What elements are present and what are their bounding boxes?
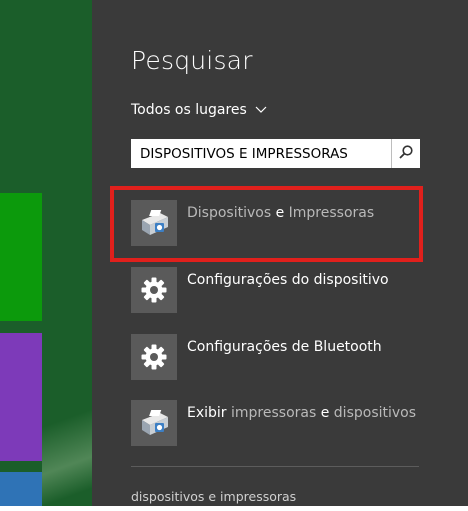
chevron-down-icon <box>255 102 267 118</box>
start-tile-green[interactable] <box>0 193 42 321</box>
result-label: Exibir impressoras e dispositivos <box>187 405 417 421</box>
start-screen: Pesquisar Todos os lugares DISPOSITIVOS … <box>0 0 468 506</box>
search-suggestion[interactable]: dispositivos e impressoras <box>131 489 296 504</box>
search-scope-dropdown[interactable]: Todos os lugares <box>131 102 267 118</box>
gear-icon <box>131 267 177 313</box>
search-charm-panel: Pesquisar Todos os lugares DISPOSITIVOS … <box>92 0 468 506</box>
result-bluetooth-settings[interactable]: Configurações de Bluetooth <box>131 334 431 384</box>
search-icon <box>398 144 414 164</box>
result-view-printers-and-devices[interactable]: Exibir impressoras e dispositivos <box>131 400 431 450</box>
result-label: Dispositivos e Impressoras <box>187 205 375 221</box>
search-button[interactable] <box>391 139 420 168</box>
result-label: Configurações do dispositivo <box>187 272 389 288</box>
search-scope-label: Todos os lugares <box>131 102 247 118</box>
start-tile-purple[interactable] <box>0 333 42 461</box>
start-tile-blue[interactable] <box>0 472 42 506</box>
search-input[interactable] <box>131 139 391 168</box>
divider <box>131 466 419 467</box>
printer-icon <box>131 200 177 246</box>
search-box <box>131 139 420 168</box>
printer-icon <box>131 400 177 446</box>
result-label: Configurações de Bluetooth <box>187 339 382 355</box>
panel-title: Pesquisar <box>131 46 253 75</box>
background-highlight <box>42 380 92 506</box>
result-device-settings[interactable]: Configurações do dispositivo <box>131 267 431 317</box>
gear-icon <box>131 334 177 380</box>
result-devices-and-printers[interactable]: Dispositivos e Impressoras <box>131 200 431 250</box>
